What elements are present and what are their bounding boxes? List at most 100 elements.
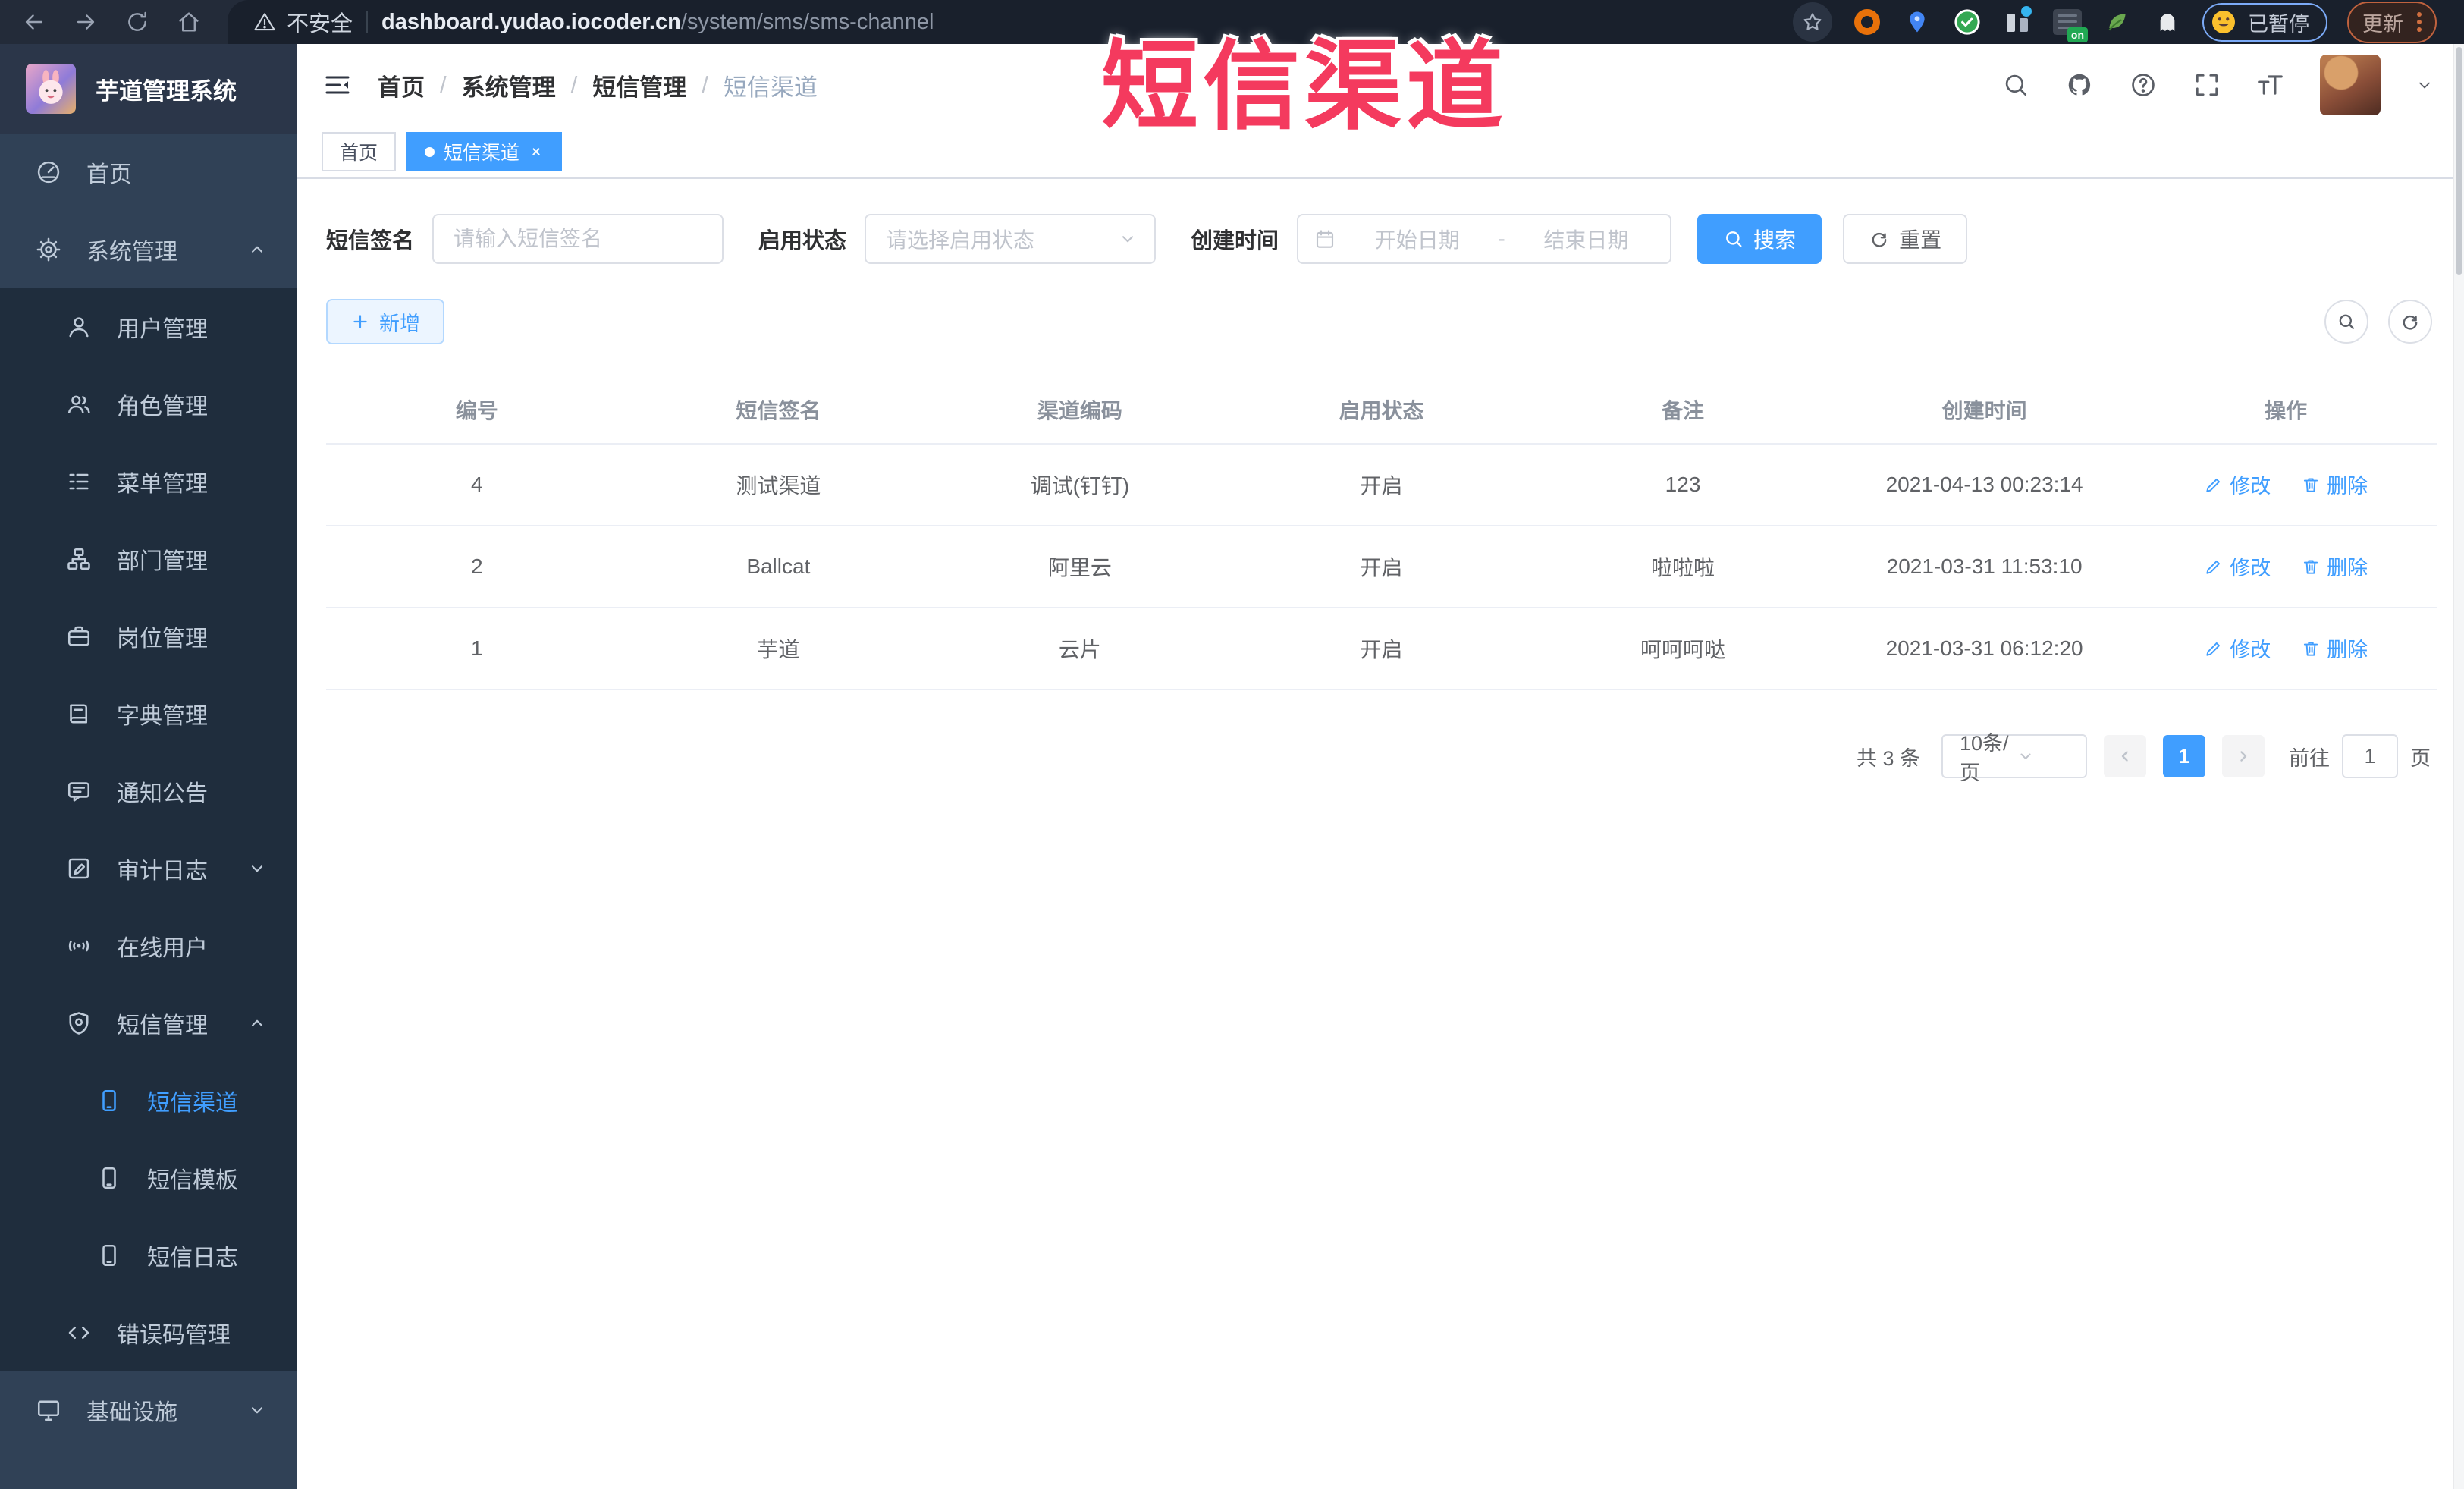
extension-pin-icon[interactable]	[1902, 7, 1932, 37]
paused-extension-badge[interactable]: 已暂停	[2202, 2, 2327, 42]
url-path: /system/sms/sms-channel	[680, 9, 934, 34]
delete-link[interactable]: 删除	[2301, 470, 2368, 499]
reload-icon[interactable]	[124, 9, 150, 35]
sidebar-item-system[interactable]: 系统管理	[0, 211, 297, 288]
sidebar-item-sms[interactable]: 短信管理	[0, 985, 297, 1062]
sidebar-item-audit-log[interactable]: 审计日志	[0, 830, 297, 907]
scrollbar-thumb[interactable]	[2456, 47, 2462, 275]
bookmark-star-icon[interactable]	[1793, 2, 1832, 42]
sidebar-item-label: 部门管理	[117, 549, 208, 574]
sidebar-item-sms-log[interactable]: 短信日志	[0, 1217, 297, 1294]
goto-page-input[interactable]	[2342, 734, 2398, 778]
sidebar-item-home[interactable]: 首页	[0, 134, 297, 211]
github-icon[interactable]	[2065, 71, 2094, 99]
next-page-button[interactable]	[2222, 735, 2265, 777]
trash-icon	[2301, 557, 2321, 576]
security-status[interactable]: 不安全	[253, 6, 353, 38]
caret-down-icon[interactable]	[2415, 76, 2434, 94]
menu-list-icon	[65, 468, 93, 495]
end-date-placeholder[interactable]: 结束日期	[1518, 224, 1655, 254]
app-logo[interactable]: 芋道管理系统	[0, 44, 297, 134]
cell-status: 开启	[1230, 526, 1533, 608]
col-status: 启用状态	[1230, 378, 1533, 445]
prev-page-button[interactable]	[2104, 735, 2146, 777]
sidebar-item-posts[interactable]: 岗位管理	[0, 598, 297, 675]
refresh-table-button[interactable]	[2388, 300, 2432, 344]
home-icon[interactable]	[176, 9, 202, 35]
extension-check-icon[interactable]	[1952, 7, 1982, 37]
col-remark: 备注	[1532, 378, 1834, 445]
sidebar-item-label: 短信渠道	[147, 1091, 238, 1116]
extension-ghost-icon[interactable]	[2152, 7, 2183, 37]
cell-actions: 修改 删除	[2135, 608, 2437, 690]
forward-icon[interactable]	[73, 9, 99, 35]
sidebar-item-sms-template[interactable]: 短信模板	[0, 1139, 297, 1217]
breadcrumb-item[interactable]: 短信管理	[592, 68, 686, 102]
briefcase-icon	[65, 623, 93, 650]
dictionary-icon	[65, 700, 93, 727]
update-button[interactable]: 更新	[2347, 1, 2437, 43]
start-date-placeholder[interactable]: 开始日期	[1348, 224, 1486, 254]
tab-sms-channel[interactable]: 短信渠道	[406, 132, 563, 171]
edit-link[interactable]: 修改	[2204, 633, 2271, 663]
sidebar-item-label: 菜单管理	[117, 472, 208, 497]
page-size-select[interactable]: 10条/页	[1941, 732, 2087, 784]
back-icon[interactable]	[21, 9, 47, 35]
refresh-icon	[2400, 311, 2421, 332]
cell-id: 4	[326, 444, 628, 526]
app-title: 芋道管理系统	[96, 77, 237, 105]
sidebar-item-error-codes[interactable]: 错误码管理	[0, 1294, 297, 1371]
status-select[interactable]: 请选择启用状态	[865, 214, 1157, 264]
edit-link[interactable]: 修改	[2204, 551, 2271, 581]
security-label: 不安全	[287, 12, 353, 36]
sidebar-item-departments[interactable]: 部门管理	[0, 520, 297, 598]
toggle-search-button[interactable]	[2324, 300, 2368, 344]
close-icon[interactable]	[529, 144, 544, 159]
add-button-label: 新增	[379, 312, 420, 335]
delete-link[interactable]: 删除	[2301, 551, 2368, 581]
extension-leaf-icon[interactable]	[2102, 7, 2133, 37]
edit-link[interactable]: 修改	[2204, 470, 2271, 499]
breadcrumb-item[interactable]: 首页	[378, 68, 425, 102]
sidebar-item-users[interactable]: 用户管理	[0, 288, 297, 366]
search-icon[interactable]	[2001, 71, 2030, 99]
scrollbar[interactable]	[2453, 44, 2464, 1489]
sidebar-item-dictionary[interactable]: 字典管理	[0, 675, 297, 752]
pagination: 共 3 条 10条/页 1 前往 页	[326, 732, 2437, 784]
extension-donut-icon[interactable]	[1852, 7, 1882, 37]
sidebar-item-sms-channel[interactable]: 短信渠道	[0, 1062, 297, 1139]
sidebar-item-online-users[interactable]: 在线用户	[0, 907, 297, 985]
breadcrumb-separator: /	[570, 71, 578, 98]
sidebar-item-announcements[interactable]: 通知公告	[0, 752, 297, 830]
search-form: 短信签名 启用状态 请选择启用状态 创建时间 开始日期 -	[326, 214, 2437, 264]
top-navbar: 首页 / 系统管理 / 短信管理 / 短信渠道	[297, 44, 2464, 126]
sidebar-menu: 首页 系统管理 用户管理 角色管理 菜单管理 部门管理 岗位管理 字典管理 通知…	[0, 134, 297, 1449]
reset-button[interactable]: 重置	[1843, 214, 1968, 264]
monitor-icon	[35, 1396, 62, 1424]
extension-columns-icon[interactable]	[2002, 6, 2032, 37]
cell-code: 调试(钉钉)	[929, 444, 1231, 526]
tab-home[interactable]: 首页	[322, 132, 397, 171]
sign-input[interactable]	[432, 214, 724, 264]
address-bar[interactable]: 不安全 dashboard.yudao.iocoder.cn/system/sm…	[228, 0, 2464, 44]
avatar[interactable]	[2320, 55, 2381, 115]
online-users-icon	[65, 932, 93, 960]
more-menu-icon[interactable]	[2417, 12, 2422, 32]
breadcrumb-item[interactable]: 系统管理	[462, 68, 556, 102]
date-range-picker[interactable]: 开始日期 - 结束日期	[1297, 214, 1672, 264]
search-button[interactable]: 搜索	[1697, 214, 1822, 264]
sidebar-item-menus[interactable]: 菜单管理	[0, 443, 297, 520]
sidebar: 芋道管理系统 首页 系统管理 用户管理 角色管理 菜单管理 部门管理 岗位管理 …	[0, 44, 297, 1489]
help-icon[interactable]	[2129, 71, 2158, 99]
sidebar-item-infrastructure[interactable]: 基础设施	[0, 1371, 297, 1449]
url-host: dashboard.yudao.iocoder.cn	[381, 9, 681, 34]
extension-switch-icon[interactable]: on	[2052, 7, 2088, 42]
fullscreen-icon[interactable]	[2192, 71, 2221, 99]
breadcrumb: 首页 / 系统管理 / 短信管理 / 短信渠道	[378, 68, 818, 102]
add-button[interactable]: 新增	[326, 299, 444, 344]
delete-link[interactable]: 删除	[2301, 633, 2368, 663]
sidebar-item-roles[interactable]: 角色管理	[0, 366, 297, 443]
page-number-1[interactable]: 1	[2163, 735, 2205, 777]
font-size-icon[interactable]	[2256, 71, 2285, 99]
hamburger-icon[interactable]	[322, 69, 353, 101]
